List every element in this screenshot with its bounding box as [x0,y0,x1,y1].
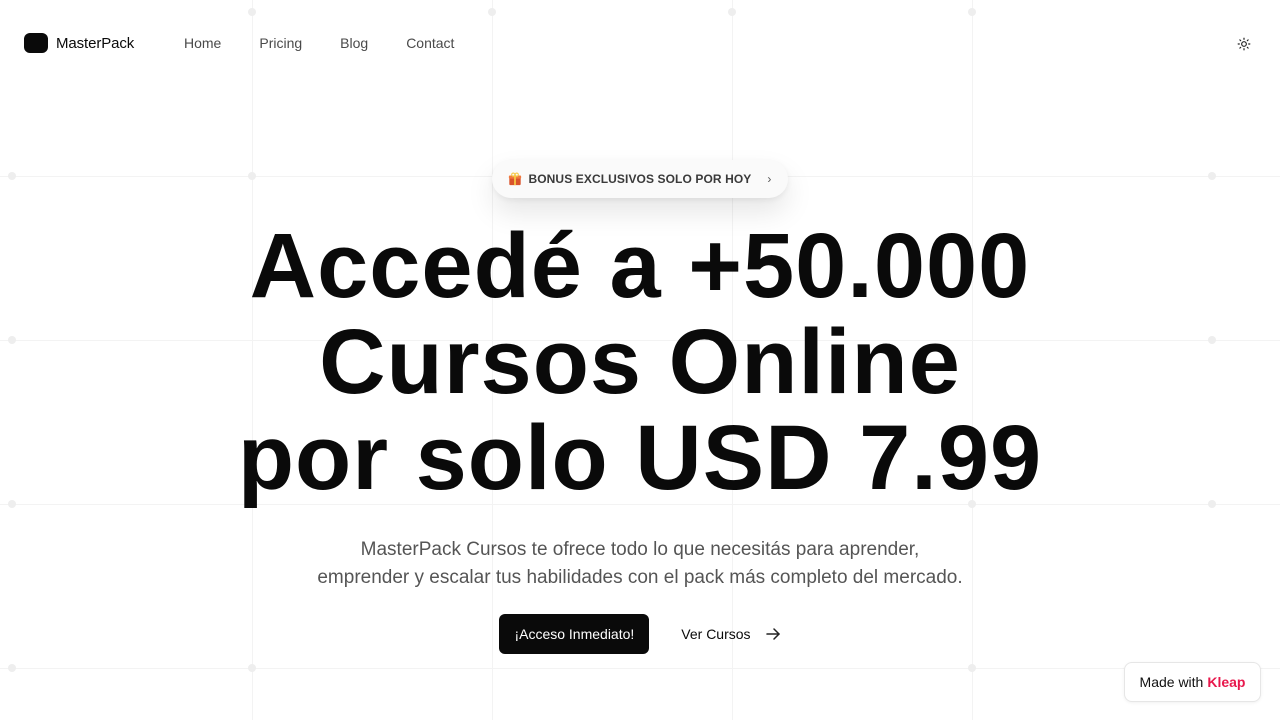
hero-title-line: Accedé a +50.000 [249,215,1031,317]
hero-title: Accedé a +50.000 Cursos Online por solo … [0,218,1280,506]
nav-link-pricing[interactable]: Pricing [259,35,302,51]
bonus-badge[interactable]: BONUS EXCLUSIVOS SOLO POR HOY › [492,160,788,198]
kleap-brand: Kleap [1207,674,1246,690]
landing-page: MasterPack Home Pricing Blog Contact BON… [0,0,1280,720]
logo-icon [24,33,48,53]
cta-row: ¡Acceso Inmediato! Ver Cursos [0,614,1280,654]
badge-container: BONUS EXCLUSIVOS SOLO POR HOY › [0,160,1280,198]
hero-title-line: por solo USD 7.99 [237,407,1043,509]
nav-link-contact[interactable]: Contact [406,35,454,51]
main-nav: Home Pricing Blog Contact [184,35,454,51]
site-header: MasterPack Home Pricing Blog Contact [0,0,1280,86]
hero-subtitle-line: emprender y escalar tus habilidades con … [317,567,963,588]
made-with-kleap-badge[interactable]: Made with Kleap [1124,662,1261,702]
hero-title-line: Cursos Online [319,311,961,413]
sun-icon [1237,37,1251,51]
arrow-right-icon [765,628,780,640]
brand-name: MasterPack [56,34,135,52]
theme-toggle-button[interactable] [1234,34,1254,54]
access-now-button[interactable]: ¡Acceso Inmediato! [499,614,650,654]
gift-icon [509,172,522,186]
hero-subtitle-line: MasterPack Cursos te ofrece todo lo que … [360,539,920,560]
chevron-right-icon: › [767,172,772,186]
view-courses-label: Ver Cursos [681,626,751,642]
hero-subtitle: MasterPack Cursos te ofrece todo lo que … [0,536,1280,592]
nav-link-home[interactable]: Home [184,35,221,51]
badge-label: BONUS EXCLUSIVOS SOLO POR HOY [528,172,752,186]
nav-link-blog[interactable]: Blog [340,35,368,51]
made-with-prefix: Made with [1139,674,1204,690]
brand-logo[interactable]: MasterPack [24,33,134,53]
view-courses-button[interactable]: Ver Cursos [681,614,780,654]
